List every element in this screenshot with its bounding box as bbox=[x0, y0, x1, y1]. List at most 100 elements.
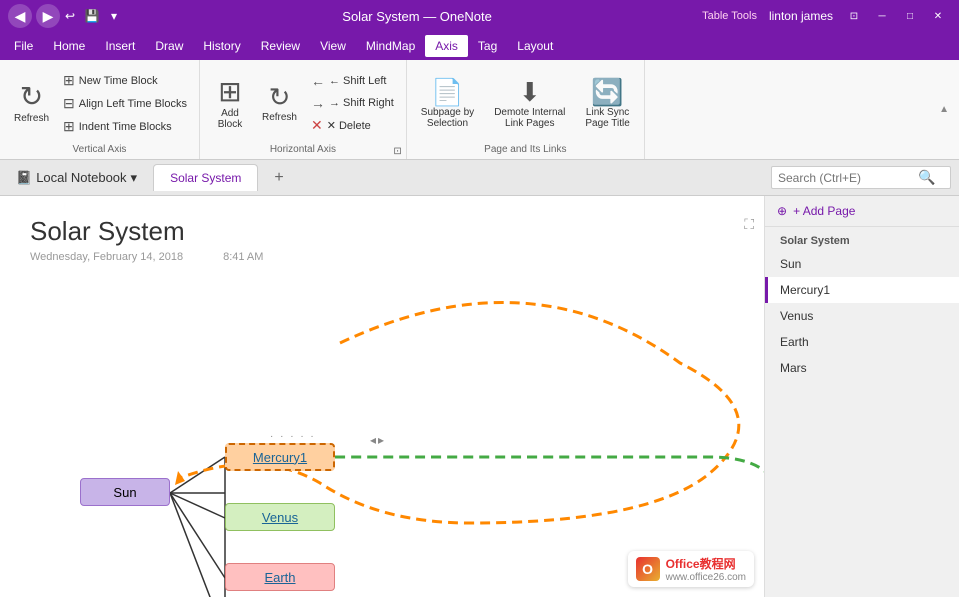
menu-mindmap[interactable]: MindMap bbox=[356, 35, 425, 57]
add-tab-button[interactable]: + bbox=[266, 165, 291, 191]
earth-label[interactable]: Earth bbox=[264, 570, 295, 585]
menu-review[interactable]: Review bbox=[251, 35, 310, 57]
new-time-block-button[interactable]: ⊞ New Time Block bbox=[59, 70, 191, 91]
tab-solar-system[interactable]: Solar System bbox=[153, 164, 258, 191]
shift-right-button[interactable]: → → Shift Right bbox=[307, 93, 398, 113]
indent-icon: ⊞ bbox=[63, 118, 75, 135]
sun-label: Sun bbox=[113, 485, 136, 500]
indent-label: Indent Time Blocks bbox=[79, 121, 172, 133]
menu-home[interactable]: Home bbox=[43, 35, 95, 57]
menu-history[interactable]: History bbox=[193, 35, 250, 57]
menu-bar: File Home Insert Draw History Review Vie… bbox=[0, 32, 959, 60]
new-time-block-icon: ⊞ bbox=[63, 72, 75, 89]
horizontal-axis-content: ⊞ AddBlock ↻ Refresh ← ← Shift Left → → … bbox=[208, 64, 398, 143]
add-block-button[interactable]: ⊞ AddBlock bbox=[208, 74, 252, 134]
mindmap: Sun Mercury1 Venus Earth Mars · · · · · … bbox=[30, 283, 734, 583]
menu-view[interactable]: View bbox=[310, 35, 356, 57]
menu-draw[interactable]: Draw bbox=[145, 35, 193, 57]
restore-button[interactable]: ⊡ bbox=[841, 6, 867, 26]
menu-layout[interactable]: Layout bbox=[507, 35, 563, 57]
page-links-content: 📄 Subpage bySelection ⬇ Demote InternalL… bbox=[415, 64, 636, 143]
add-page-label: + Add Page bbox=[793, 204, 855, 218]
node-mercury[interactable]: Mercury1 bbox=[225, 443, 335, 471]
shift-right-icon: → bbox=[311, 95, 325, 111]
watermark-url: www.office26.com bbox=[666, 572, 746, 583]
vertical-axis-small-buttons: ⊞ New Time Block ⊟ Align Left Time Block… bbox=[59, 70, 191, 137]
ribbon-collapse-button[interactable]: ▲ bbox=[937, 102, 951, 117]
add-page-button[interactable]: ⊕ + Add Page bbox=[765, 196, 959, 227]
window-controls: ◀ ▶ bbox=[8, 4, 60, 28]
add-block-label: AddBlock bbox=[218, 108, 242, 130]
menu-tag[interactable]: Tag bbox=[468, 35, 507, 57]
context-label: Table Tools bbox=[702, 10, 757, 22]
search-input[interactable] bbox=[778, 171, 918, 185]
node-earth[interactable]: Earth bbox=[225, 563, 335, 591]
minimize-button[interactable]: ─ bbox=[869, 6, 895, 26]
orange-arrow-path bbox=[180, 303, 739, 524]
user-name[interactable]: linton james bbox=[769, 9, 833, 23]
sidebar-section-title: Solar System bbox=[765, 227, 959, 251]
ribbon-collapse: ▲ bbox=[937, 60, 959, 159]
shift-left-button[interactable]: ← ← Shift Left bbox=[307, 71, 398, 91]
add-block-icon: ⊞ bbox=[218, 78, 241, 106]
horizontal-axis-expander[interactable]: ⊡ bbox=[393, 146, 401, 157]
link-sync-icon: 🔄 bbox=[591, 79, 623, 105]
indent-time-blocks-button[interactable]: ⊞ Indent Time Blocks bbox=[59, 116, 191, 137]
menu-axis[interactable]: Axis bbox=[425, 35, 468, 57]
sidebar-page-mercury[interactable]: Mercury1 bbox=[765, 277, 959, 303]
refresh-button[interactable]: ↻ Refresh bbox=[256, 80, 303, 127]
page-time: 8:41 AM bbox=[223, 251, 263, 263]
delete-button[interactable]: ✕ ✕ Delete bbox=[307, 115, 398, 136]
page-links-group: 📄 Subpage bySelection ⬇ Demote InternalL… bbox=[407, 60, 645, 159]
subpage-by-selection-button[interactable]: 📄 Subpage bySelection bbox=[415, 75, 480, 133]
sidebar: ⊕ + Add Page Solar System Sun Mercury1 V… bbox=[764, 196, 959, 597]
main-area: Solar System Wednesday, February 14, 201… bbox=[0, 196, 959, 597]
watermark-site: Office教程网 bbox=[666, 555, 746, 572]
menu-file[interactable]: File bbox=[4, 35, 43, 57]
sidebar-page-venus[interactable]: Venus bbox=[765, 303, 959, 329]
save-button[interactable]: 💾 bbox=[82, 6, 102, 26]
refresh-large-button[interactable]: ↻ Refresh bbox=[8, 79, 55, 128]
link-sync-page-title-button[interactable]: 🔄 Link SyncPage Title bbox=[579, 75, 635, 133]
sidebar-page-earth[interactable]: Earth bbox=[765, 329, 959, 355]
sidebar-page-sun[interactable]: Sun bbox=[765, 251, 959, 277]
connector-venus bbox=[170, 493, 225, 518]
page-links-label: Page and Its Links bbox=[407, 144, 644, 155]
refresh-large-label: Refresh bbox=[14, 113, 49, 124]
refresh-icon: ↻ bbox=[269, 84, 291, 110]
node-venus[interactable]: Venus bbox=[225, 503, 335, 531]
qat-dropdown[interactable]: ▾ bbox=[104, 6, 124, 26]
notebook-icon: 📓 bbox=[16, 170, 32, 186]
watermark-logo: O bbox=[636, 557, 660, 581]
search-box[interactable]: 🔍 bbox=[771, 166, 951, 189]
undo-button[interactable]: ↩ bbox=[60, 6, 80, 26]
expand-collapse-arrows[interactable]: ◂▸ bbox=[370, 433, 384, 447]
green-arrow-path bbox=[335, 457, 764, 483]
close-button[interactable]: ✕ bbox=[925, 6, 951, 26]
maximize-button[interactable]: □ bbox=[897, 6, 923, 26]
demote-internal-link-pages-button[interactable]: ⬇ Demote InternalLink Pages bbox=[488, 75, 571, 133]
search-icon[interactable]: 🔍 bbox=[918, 169, 935, 186]
orange-arrowhead bbox=[175, 471, 185, 485]
add-page-plus-icon: ⊕ bbox=[777, 204, 787, 218]
forward-button[interactable]: ▶ bbox=[36, 4, 60, 28]
menu-insert[interactable]: Insert bbox=[95, 35, 145, 57]
venus-label[interactable]: Venus bbox=[262, 510, 298, 525]
mercury-label[interactable]: Mercury1 bbox=[253, 450, 307, 465]
align-left-time-blocks-button[interactable]: ⊟ Align Left Time Blocks bbox=[59, 93, 191, 114]
refresh-label: Refresh bbox=[262, 112, 297, 123]
page-title: Solar System bbox=[30, 216, 734, 247]
expand-button[interactable]: ⛶ bbox=[744, 216, 754, 233]
shift-left-label: ← Shift Left bbox=[329, 75, 386, 87]
subpage-icon: 📄 bbox=[431, 79, 463, 105]
connector-mercury bbox=[170, 457, 225, 493]
connector-mars bbox=[170, 493, 225, 597]
new-time-block-label: New Time Block bbox=[79, 75, 158, 87]
sidebar-page-mars[interactable]: Mars bbox=[765, 355, 959, 381]
notebook-selector[interactable]: 📓 Local Notebook ▾ bbox=[8, 166, 145, 190]
back-button[interactable]: ◀ bbox=[8, 4, 32, 28]
notebook-bar: 📓 Local Notebook ▾ Solar System + 🔍 bbox=[0, 160, 959, 196]
sidebar-page-list: Solar System Sun Mercury1 Venus Earth Ma… bbox=[765, 227, 959, 597]
drag-handle[interactable]: · · · · · bbox=[270, 431, 316, 442]
node-sun[interactable]: Sun bbox=[80, 478, 170, 506]
